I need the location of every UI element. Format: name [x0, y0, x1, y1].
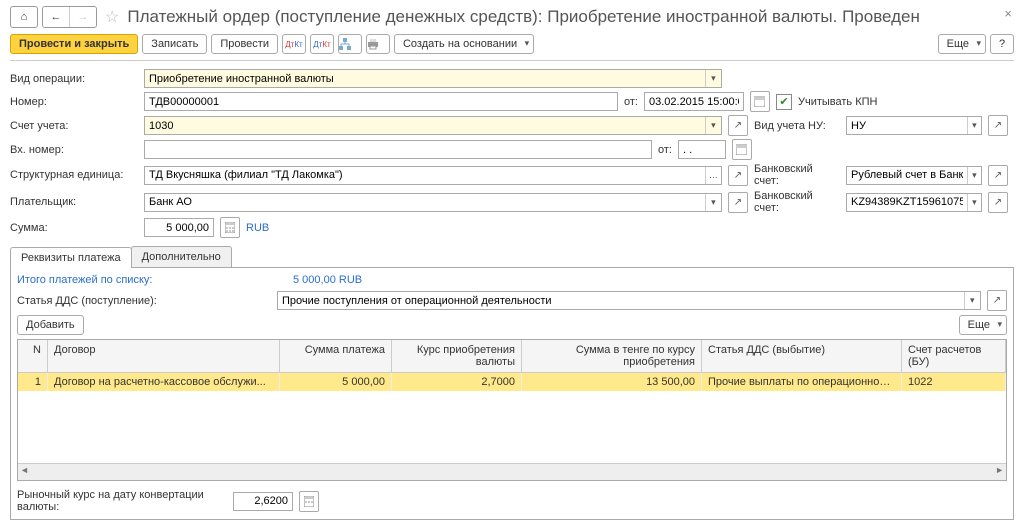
save-button[interactable]: Записать	[142, 34, 207, 54]
col-dds[interactable]: Статья ДДС (выбытие)	[702, 340, 902, 372]
payer-label: Плательщик:	[10, 196, 138, 208]
operation-type-field[interactable]: ▾	[144, 69, 722, 88]
dropdown-icon[interactable]: ▾	[967, 117, 981, 134]
amount-label: Сумма:	[10, 222, 138, 234]
dds-article-label: Статья ДДС (поступление):	[17, 295, 271, 307]
account-label: Счет учета:	[10, 120, 138, 132]
market-rate-label: Рыночный курс на дату конвертации валюты…	[17, 489, 227, 513]
structure-icon[interactable]	[338, 34, 362, 54]
date-field[interactable]	[644, 92, 744, 111]
open-icon[interactable]: ↗	[728, 192, 748, 213]
col-amount[interactable]: Сумма платежа	[280, 340, 392, 372]
page-title: Платежный ордер (поступление денежных ср…	[127, 7, 920, 27]
dropdown-icon[interactable]: ▾	[705, 117, 721, 134]
number-field[interactable]	[144, 92, 618, 111]
col-contract[interactable]: Договор	[48, 340, 280, 372]
more-icon[interactable]: …	[705, 167, 721, 184]
back-button[interactable]: ←	[43, 7, 70, 27]
col-tenge[interactable]: Сумма в тенге по курсу приобретения	[522, 340, 702, 372]
dt-kt-icon[interactable]: ДтКт	[282, 34, 306, 54]
incoming-date-field[interactable]	[678, 140, 726, 159]
help-icon[interactable]: ?	[990, 34, 1014, 54]
favorite-star-icon[interactable]: ☆	[105, 7, 119, 27]
forward-button: →	[70, 7, 96, 27]
open-icon[interactable]: ↗	[988, 192, 1008, 213]
payments-grid: N Договор Сумма платежа Курс приобретени…	[17, 339, 1007, 481]
bank-account2-field[interactable]: ▾	[846, 193, 982, 212]
incoming-number-label: Вх. номер:	[10, 144, 138, 156]
calculator-icon[interactable]	[220, 217, 240, 238]
number-label: Номер:	[10, 96, 138, 108]
create-based-on-button[interactable]: Создать на основании	[394, 34, 534, 54]
home-button[interactable]: ⌂	[10, 6, 38, 28]
tab-payment-details[interactable]: Реквизиты платежа	[10, 247, 132, 268]
kpn-checkbox[interactable]: ✔	[776, 94, 792, 110]
horizontal-scrollbar[interactable]	[18, 463, 1006, 480]
post-button[interactable]: Провести	[211, 34, 278, 54]
calculator-icon[interactable]	[299, 491, 319, 512]
bank-account2-label: Банковский счет:	[754, 190, 840, 214]
open-icon[interactable]: ↗	[988, 165, 1008, 186]
add-button[interactable]: Добавить	[17, 315, 84, 335]
nu-type-label: Вид учета НУ:	[754, 120, 840, 132]
dropdown-icon[interactable]: ▾	[705, 70, 721, 87]
calendar-icon[interactable]	[732, 139, 752, 160]
open-icon[interactable]: ↗	[728, 115, 748, 136]
operation-type-label: Вид операции:	[10, 73, 138, 85]
more-button[interactable]: Еще	[938, 34, 986, 54]
col-account[interactable]: Счет расчетов (БУ)	[902, 340, 1006, 372]
dropdown-icon[interactable]: ▾	[967, 194, 981, 211]
bank-account-label: Банковский счет:	[754, 163, 840, 187]
tab-additional[interactable]: Дополнительно	[131, 246, 232, 267]
payer-field[interactable]: ▾	[144, 193, 722, 212]
post-and-close-button[interactable]: Провести и закрыть	[10, 34, 138, 54]
total-payments-value: 5 000,00 RUB	[293, 274, 362, 286]
open-icon[interactable]: ↗	[988, 115, 1008, 136]
dropdown-icon[interactable]: ▾	[705, 194, 721, 211]
col-rate[interactable]: Курс приобретения валюты	[392, 340, 522, 372]
print-icon[interactable]	[366, 34, 390, 54]
col-n[interactable]: N	[18, 340, 48, 372]
market-rate-field[interactable]	[233, 492, 293, 511]
structural-unit-label: Структурная единица:	[10, 169, 138, 181]
total-payments-label: Итого платежей по списку:	[17, 274, 287, 286]
structural-unit-field[interactable]: …	[144, 166, 722, 185]
date-from-label: от:	[624, 96, 638, 108]
close-icon[interactable]: ×	[1004, 6, 1012, 21]
dt-kt-alt-icon[interactable]: ДтКт	[310, 34, 334, 54]
grid-more-button[interactable]: Еще	[959, 315, 1007, 335]
incoming-date-from-label: от:	[658, 144, 672, 156]
open-icon[interactable]: ↗	[728, 165, 748, 186]
table-row[interactable]: 1 Договор на расчетно-кассовое обслужи..…	[18, 373, 1006, 391]
kpn-label: Учитывать КПН	[798, 96, 878, 108]
calendar-icon[interactable]	[750, 91, 770, 112]
amount-field[interactable]	[144, 218, 214, 237]
bank-account-field[interactable]: ▾	[846, 166, 982, 185]
open-icon[interactable]: ↗	[987, 290, 1007, 311]
dds-article-field[interactable]: ▾	[277, 291, 981, 310]
nu-type-field[interactable]: ▾	[846, 116, 982, 135]
dropdown-icon[interactable]: ▾	[967, 167, 981, 184]
incoming-number-field[interactable]	[144, 140, 652, 159]
dropdown-icon[interactable]: ▾	[964, 292, 980, 309]
currency-link[interactable]: RUB	[246, 222, 269, 234]
account-field[interactable]: ▾	[144, 116, 722, 135]
